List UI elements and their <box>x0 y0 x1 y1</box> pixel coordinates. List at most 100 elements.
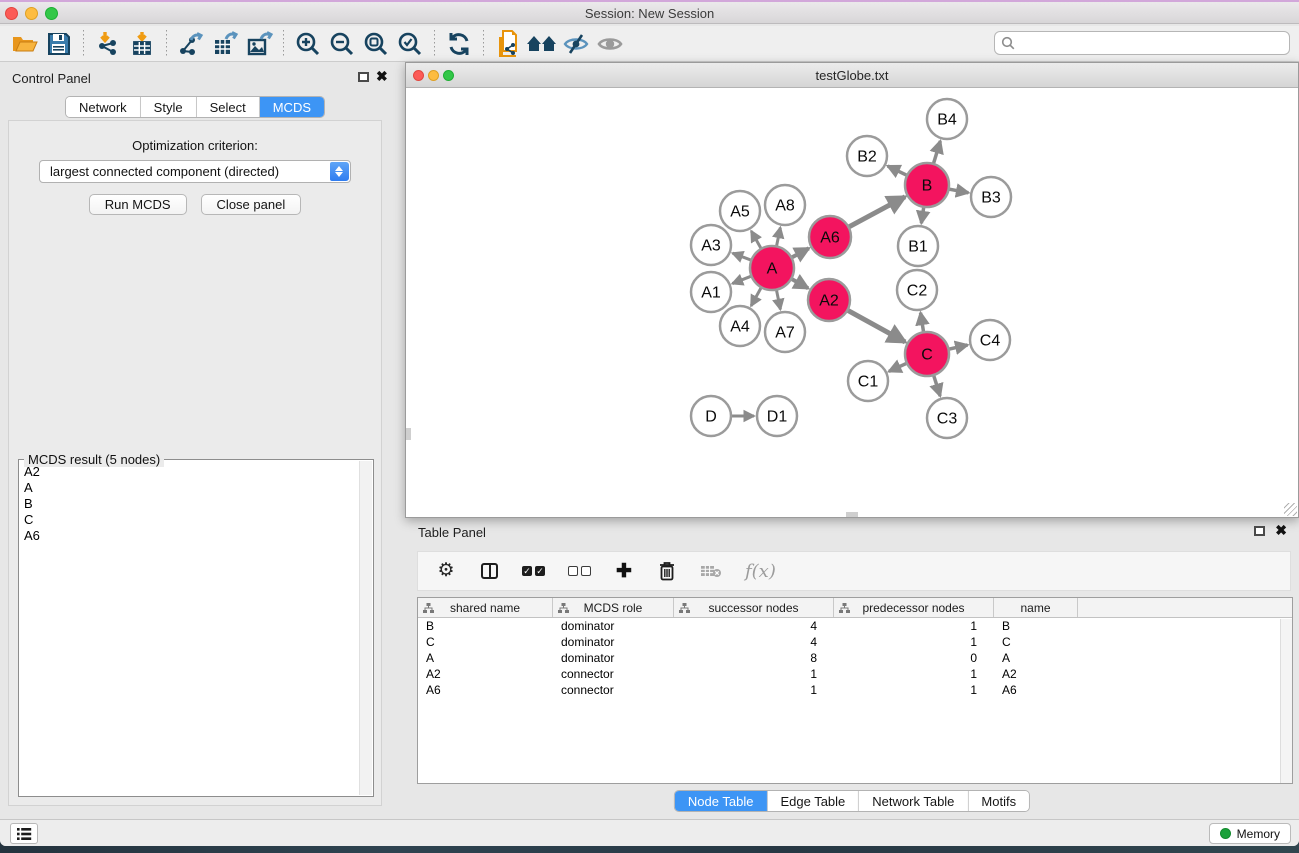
column-header-name[interactable]: name <box>994 598 1078 617</box>
deselect-all-button[interactable] <box>568 559 591 583</box>
mcds-result-item[interactable]: B <box>24 496 358 512</box>
export-network-button[interactable] <box>174 29 208 59</box>
network-canvas[interactable]: AA6A2BCA1A3A4A5A7A8B1B2B3B4C1C2C3C4DD1 <box>406 88 1298 517</box>
table-panel: Table Panel ✖ ⚙ ✓✓ ✚ f(x) shared nameMCD… <box>405 518 1299 819</box>
search-input[interactable] <box>994 31 1290 55</box>
import-network-icon <box>95 31 121 57</box>
apply-layout-button[interactable] <box>442 29 476 59</box>
function-builder-button[interactable]: f(x) <box>745 559 776 583</box>
close-panel-button[interactable]: Close panel <box>201 194 302 215</box>
mcds-result-item[interactable]: A6 <box>24 528 358 544</box>
graph-edge-B-B4[interactable] <box>933 141 941 166</box>
toolbar-separator <box>434 30 435 58</box>
window-title: Session: New Session <box>0 6 1299 21</box>
tab-network[interactable]: Network <box>66 97 141 117</box>
table-tab-network-table[interactable]: Network Table <box>859 791 968 811</box>
canvas-horizontal-scrollbar[interactable] <box>846 512 858 517</box>
first-neighbors-icon <box>526 32 558 56</box>
split-view-button[interactable] <box>479 559 499 583</box>
graph-edge-A-A1[interactable] <box>732 275 753 283</box>
float-table-panel-icon[interactable] <box>1254 526 1265 536</box>
graph-edge-A2-C[interactable] <box>846 309 905 342</box>
export-table-button[interactable] <box>208 29 242 59</box>
save-session-button[interactable] <box>42 29 76 59</box>
first-neighbors-button[interactable] <box>525 29 559 59</box>
close-table-panel-icon[interactable]: ✖ <box>1275 522 1287 539</box>
optimization-criterion-dropdown[interactable]: largest connected component (directed) <box>39 160 351 183</box>
main-toolbar <box>0 26 1299 62</box>
hide-selection-button[interactable] <box>559 29 593 59</box>
graph-edge-C-C3[interactable] <box>933 373 940 396</box>
import-table-icon <box>129 31 155 57</box>
tab-mcds[interactable]: MCDS <box>260 97 324 117</box>
graph-edge-A-A4[interactable] <box>751 286 762 306</box>
graph-edge-A-A3[interactable] <box>733 253 754 261</box>
node-table: shared nameMCDS rolesuccessor nodes prede… <box>417 597 1293 784</box>
open-session-button[interactable] <box>8 29 42 59</box>
select-all-button[interactable]: ✓✓ <box>522 559 545 583</box>
network-window-titlebar[interactable]: testGlobe.txt <box>406 63 1298 88</box>
graph-edge-A-A5[interactable] <box>751 231 762 251</box>
column-header-shared-name[interactable]: shared name <box>418 598 553 617</box>
dropdown-stepper-icon <box>330 162 349 181</box>
run-mcds-button[interactable]: Run MCDS <box>89 194 187 215</box>
control-panel-title: Control Panel <box>12 71 91 86</box>
table-settings-button[interactable]: ⚙ <box>436 559 456 583</box>
table-tab-edge-table[interactable]: Edge Table <box>767 791 859 811</box>
column-header-filler <box>1078 598 1292 617</box>
graph-node-label-D: D <box>705 409 717 426</box>
tab-style[interactable]: Style <box>141 97 197 117</box>
import-network-button[interactable] <box>91 29 125 59</box>
graph-edge-A-A6[interactable] <box>790 248 809 258</box>
table-row[interactable]: A2connector11A2 <box>418 666 1292 682</box>
mcds-result-item[interactable]: A2 <box>24 464 358 480</box>
graph-edge-A-A7[interactable] <box>776 288 780 310</box>
graph-edge-C-C1[interactable] <box>889 362 909 371</box>
graph-node-label-B2: B2 <box>857 149 877 166</box>
zoom-fit-button[interactable] <box>359 29 393 59</box>
zoom-out-button[interactable] <box>325 29 359 59</box>
cell-successor-nodes: 4 <box>674 618 834 634</box>
tab-select[interactable]: Select <box>197 97 260 117</box>
add-column-button[interactable]: ✚ <box>614 559 634 583</box>
table-scrollbar[interactable] <box>1280 619 1292 783</box>
network-graph: AA6A2BCA1A3A4A5A7A8B1B2B3B4C1C2C3C4DD1 <box>406 88 1298 517</box>
mcds-result-item[interactable]: A <box>24 480 358 496</box>
import-table-button[interactable] <box>125 29 159 59</box>
export-image-button[interactable] <box>242 29 276 59</box>
window-resize-grip[interactable] <box>1284 503 1297 516</box>
clear-table-button[interactable] <box>700 559 722 583</box>
table-row[interactable]: Adominator80A <box>418 650 1292 666</box>
list-icon <box>16 827 32 841</box>
result-scrollbar[interactable] <box>359 461 372 795</box>
table-row[interactable]: A6connector11A6 <box>418 682 1292 698</box>
column-header-label: predecessor nodes <box>862 601 964 615</box>
table-panel-title: Table Panel <box>418 525 486 540</box>
cell-shared-name: A6 <box>418 682 553 698</box>
column-header-successor-nodes[interactable]: successor nodes <box>674 598 834 617</box>
show-all-button[interactable] <box>593 29 627 59</box>
table-row[interactable]: Cdominator41C <box>418 634 1292 650</box>
export-table-icon <box>212 31 239 57</box>
delete-column-button[interactable] <box>657 559 677 583</box>
graph-edge-B-B3[interactable] <box>947 189 969 193</box>
graph-edge-C-C2[interactable] <box>921 313 924 335</box>
float-panel-icon[interactable] <box>358 72 369 82</box>
show-panels-button[interactable] <box>10 823 38 844</box>
canvas-vertical-scrollbar[interactable] <box>406 428 411 440</box>
network-from-selection-button[interactable] <box>491 29 525 59</box>
column-header-predecessor-nodes[interactable]: predecessor nodes <box>834 598 994 617</box>
dropdown-value: largest connected component (directed) <box>50 164 279 179</box>
zoom-in-button[interactable] <box>291 29 325 59</box>
zoom-selected-button[interactable] <box>393 29 427 59</box>
graph-edge-B-B2[interactable] <box>888 166 909 176</box>
table-tab-node-table[interactable]: Node Table <box>675 791 768 811</box>
table-row[interactable]: Bdominator41B <box>418 618 1292 634</box>
close-panel-icon[interactable]: ✖ <box>376 68 388 85</box>
search-field-wrap <box>994 31 1290 55</box>
memory-button[interactable]: Memory <box>1209 823 1291 844</box>
column-header-MCDS-role[interactable]: MCDS role <box>553 598 674 617</box>
mcds-result-item[interactable]: C <box>24 512 358 528</box>
table-tab-motifs[interactable]: Motifs <box>968 791 1029 811</box>
graph-edge-A6-B[interactable] <box>847 197 905 228</box>
